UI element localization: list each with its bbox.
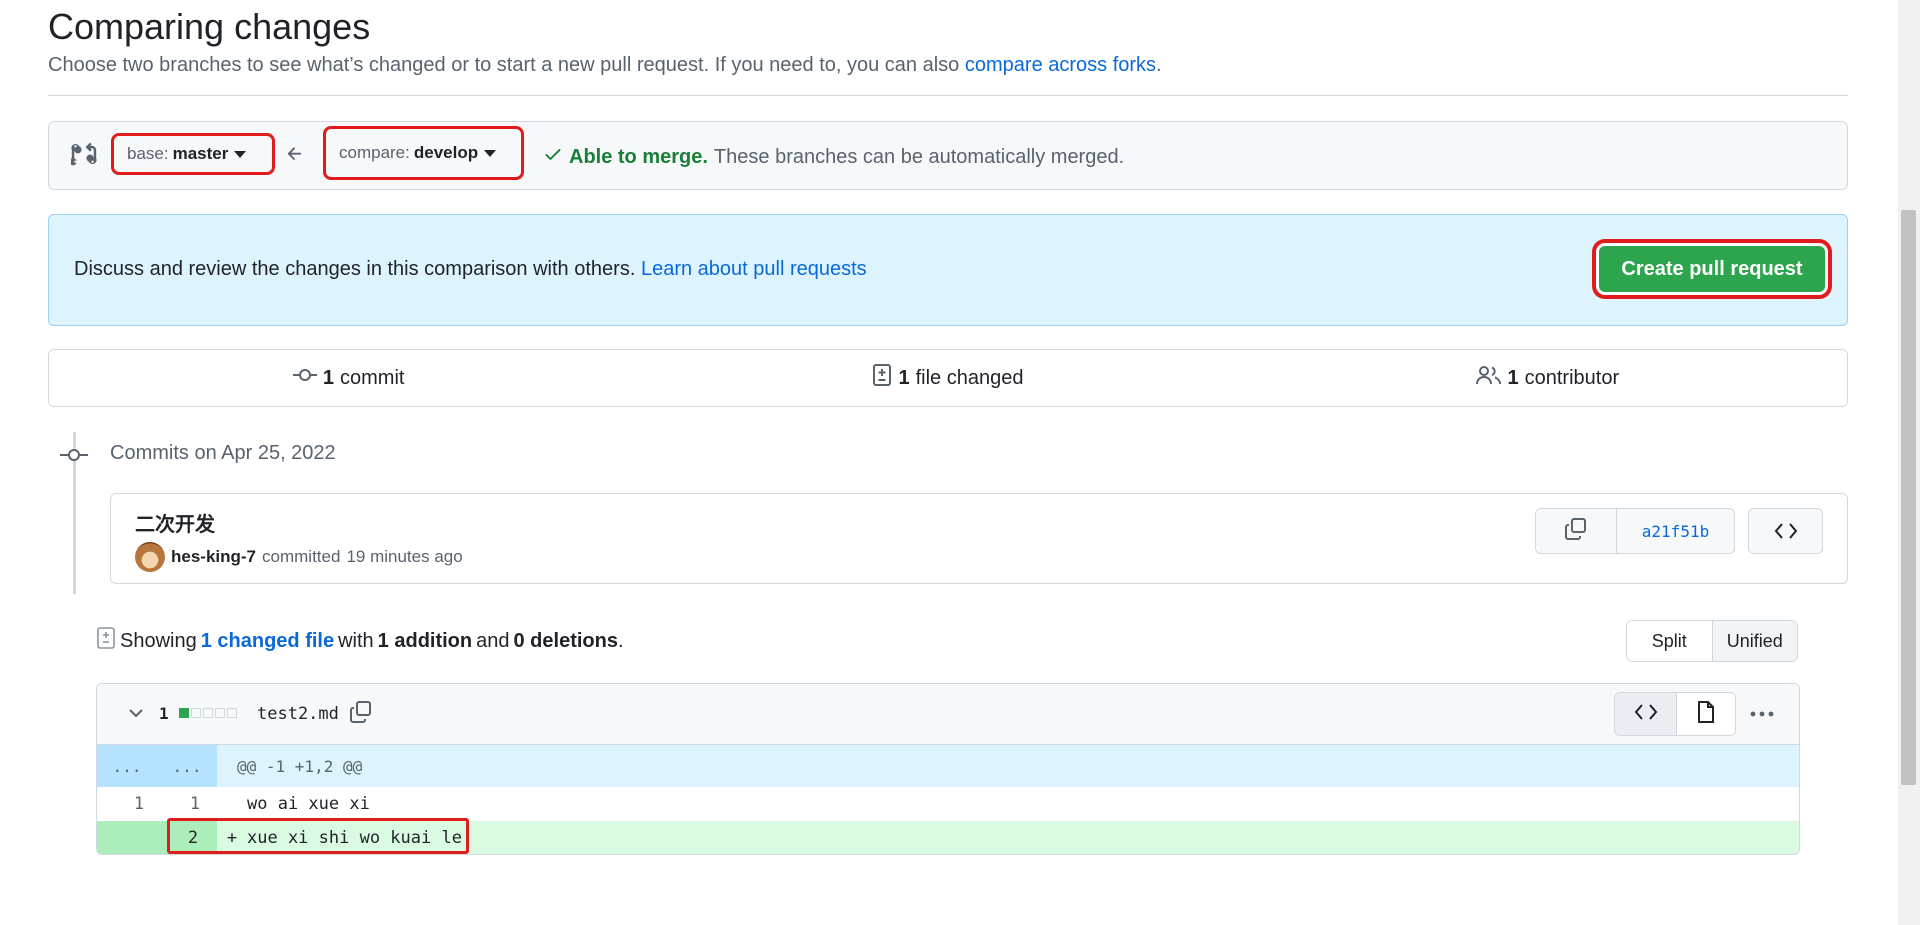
with-label: with: [338, 629, 374, 652]
expand-left[interactable]: ...: [97, 745, 157, 787]
discuss-text: Discuss and review the changes in this c…: [74, 258, 636, 280]
code-icon: [1634, 702, 1658, 727]
avatar[interactable]: [135, 542, 165, 572]
browse-files-button[interactable]: [1748, 508, 1823, 554]
diff-view-toggle: Split Unified: [1626, 620, 1798, 662]
git-commit-icon: [60, 445, 88, 470]
commit-title-link[interactable]: 二次开发: [135, 508, 215, 537]
file-diff-icon: [96, 626, 116, 656]
deletions-count: 0 deletions: [513, 629, 618, 652]
diff-summary: Showing 1 changed file with 1 addition a…: [96, 626, 624, 656]
unified-view-button[interactable]: Unified: [1712, 621, 1797, 661]
commits-date-heading: Commits on Apr 25, 2022: [110, 442, 336, 464]
chevron-down-icon[interactable]: [127, 706, 145, 725]
divider: [48, 95, 1848, 96]
commit-item: 二次开发 hes-king-7 committed 19 minutes ago…: [110, 493, 1848, 584]
file-view-group: [1614, 692, 1736, 736]
files-stat[interactable]: 1 file changed: [648, 364, 1247, 392]
contributors-label: contributor: [1524, 366, 1620, 389]
changed-files-link[interactable]: 1 changed file: [201, 630, 334, 653]
discuss-message: Discuss and review the changes in this c…: [74, 258, 867, 281]
compare-branch-select[interactable]: compare: develop: [323, 126, 524, 180]
chevron-down-icon: [484, 149, 497, 157]
git-commit-icon: [292, 365, 317, 391]
scrollbar[interactable]: [1898, 0, 1920, 925]
learn-pull-requests-link[interactable]: Learn about pull requests: [641, 258, 867, 280]
period: .: [617, 629, 624, 652]
discuss-banner: Discuss and review the changes in this c…: [48, 214, 1848, 326]
commit-sha-link[interactable]: a21f51b: [1617, 509, 1734, 553]
commit-author-link[interactable]: hes-king-7: [171, 547, 256, 567]
files-label: file changed: [915, 366, 1024, 389]
base-branch-value: master: [172, 144, 229, 163]
file-header: 1 test2.md: [97, 684, 1799, 745]
chevron-down-icon: [234, 150, 247, 158]
source-view-button[interactable]: [1615, 693, 1677, 735]
rich-view-button[interactable]: [1677, 693, 1735, 735]
split-view-button[interactable]: Split: [1627, 621, 1713, 661]
scrollbar-thumb[interactable]: [1901, 210, 1916, 785]
expand-right[interactable]: ...: [157, 745, 217, 787]
showing-label: Showing: [120, 629, 197, 652]
merge-status: Able to merge. These branches can be aut…: [543, 144, 1124, 170]
old-line-number[interactable]: 1: [109, 787, 169, 821]
merge-status-desc: These branches can be automatically merg…: [713, 145, 1125, 168]
kebab-menu-icon[interactable]: [1749, 702, 1775, 731]
arrow-left-icon: [285, 144, 305, 169]
page-title: Comparing changes: [48, 6, 371, 47]
code-icon: [1749, 509, 1822, 553]
compare-arrows-icon: [69, 141, 97, 172]
hunk-header: @@ -1 +1,2 @@: [237, 756, 363, 776]
page-subtitle: Choose two branches to see what’s change…: [48, 54, 1162, 77]
people-icon: [1475, 365, 1502, 391]
commits-count: 1: [322, 366, 334, 389]
merge-status-label: Able to merge.: [569, 145, 708, 168]
base-label: base:: [127, 144, 169, 163]
copy-icon[interactable]: [349, 700, 373, 729]
compare-label: compare:: [339, 143, 410, 162]
commit-action: committed: [262, 547, 341, 566]
range-editor: base: master compare: develop Able to me…: [48, 121, 1848, 190]
compare-branch-value: develop: [413, 143, 479, 162]
new-line-number[interactable]: 1: [165, 787, 225, 821]
contributors-count: 1: [1507, 366, 1519, 389]
file-diff-icon: [872, 364, 892, 392]
base-branch-select[interactable]: base: master: [111, 133, 275, 175]
diff-code-text: wo ai xue xi: [247, 794, 370, 814]
diff-line-context: 1 1 wo ai xue xi: [97, 787, 1799, 821]
copy-sha-button[interactable]: [1536, 509, 1617, 553]
diffstat: [179, 708, 237, 718]
commits-label: commit: [340, 366, 405, 389]
contributors-stat[interactable]: 1 contributor: [1248, 365, 1847, 391]
file-icon: [1696, 700, 1716, 729]
commit-sha-group: a21f51b: [1535, 508, 1735, 554]
commits-stat[interactable]: 1 commit: [49, 365, 648, 391]
compare-across-forks-link[interactable]: compare across forks: [965, 54, 1156, 76]
diff-line-code: wo ai xue xi: [217, 787, 1799, 821]
added-line-highlight: [167, 818, 469, 854]
file-changes-count: 1: [159, 704, 169, 723]
subtitle-suffix: .: [1156, 54, 1162, 76]
commit-meta: hes-king-7 committed 19 minutes ago: [135, 542, 463, 572]
check-icon: [543, 144, 563, 170]
hunk-header-row: ... ... @@ -1 +1,2 @@: [97, 745, 1799, 787]
compare-stats: 1 commit 1 file changed 1 contributor: [48, 349, 1848, 407]
create-pull-request-button[interactable]: Create pull request: [1599, 246, 1825, 292]
copy-icon: [1564, 517, 1588, 546]
additions-count: 1 addition: [377, 629, 473, 652]
old-line-number[interactable]: [97, 821, 169, 854]
and-label: and: [476, 629, 510, 652]
subtitle-text: Choose two branches to see what’s change…: [48, 54, 960, 76]
files-count: 1: [898, 366, 910, 389]
file-name-link[interactable]: test2.md: [257, 704, 339, 724]
commit-time: 19 minutes ago: [346, 547, 463, 566]
